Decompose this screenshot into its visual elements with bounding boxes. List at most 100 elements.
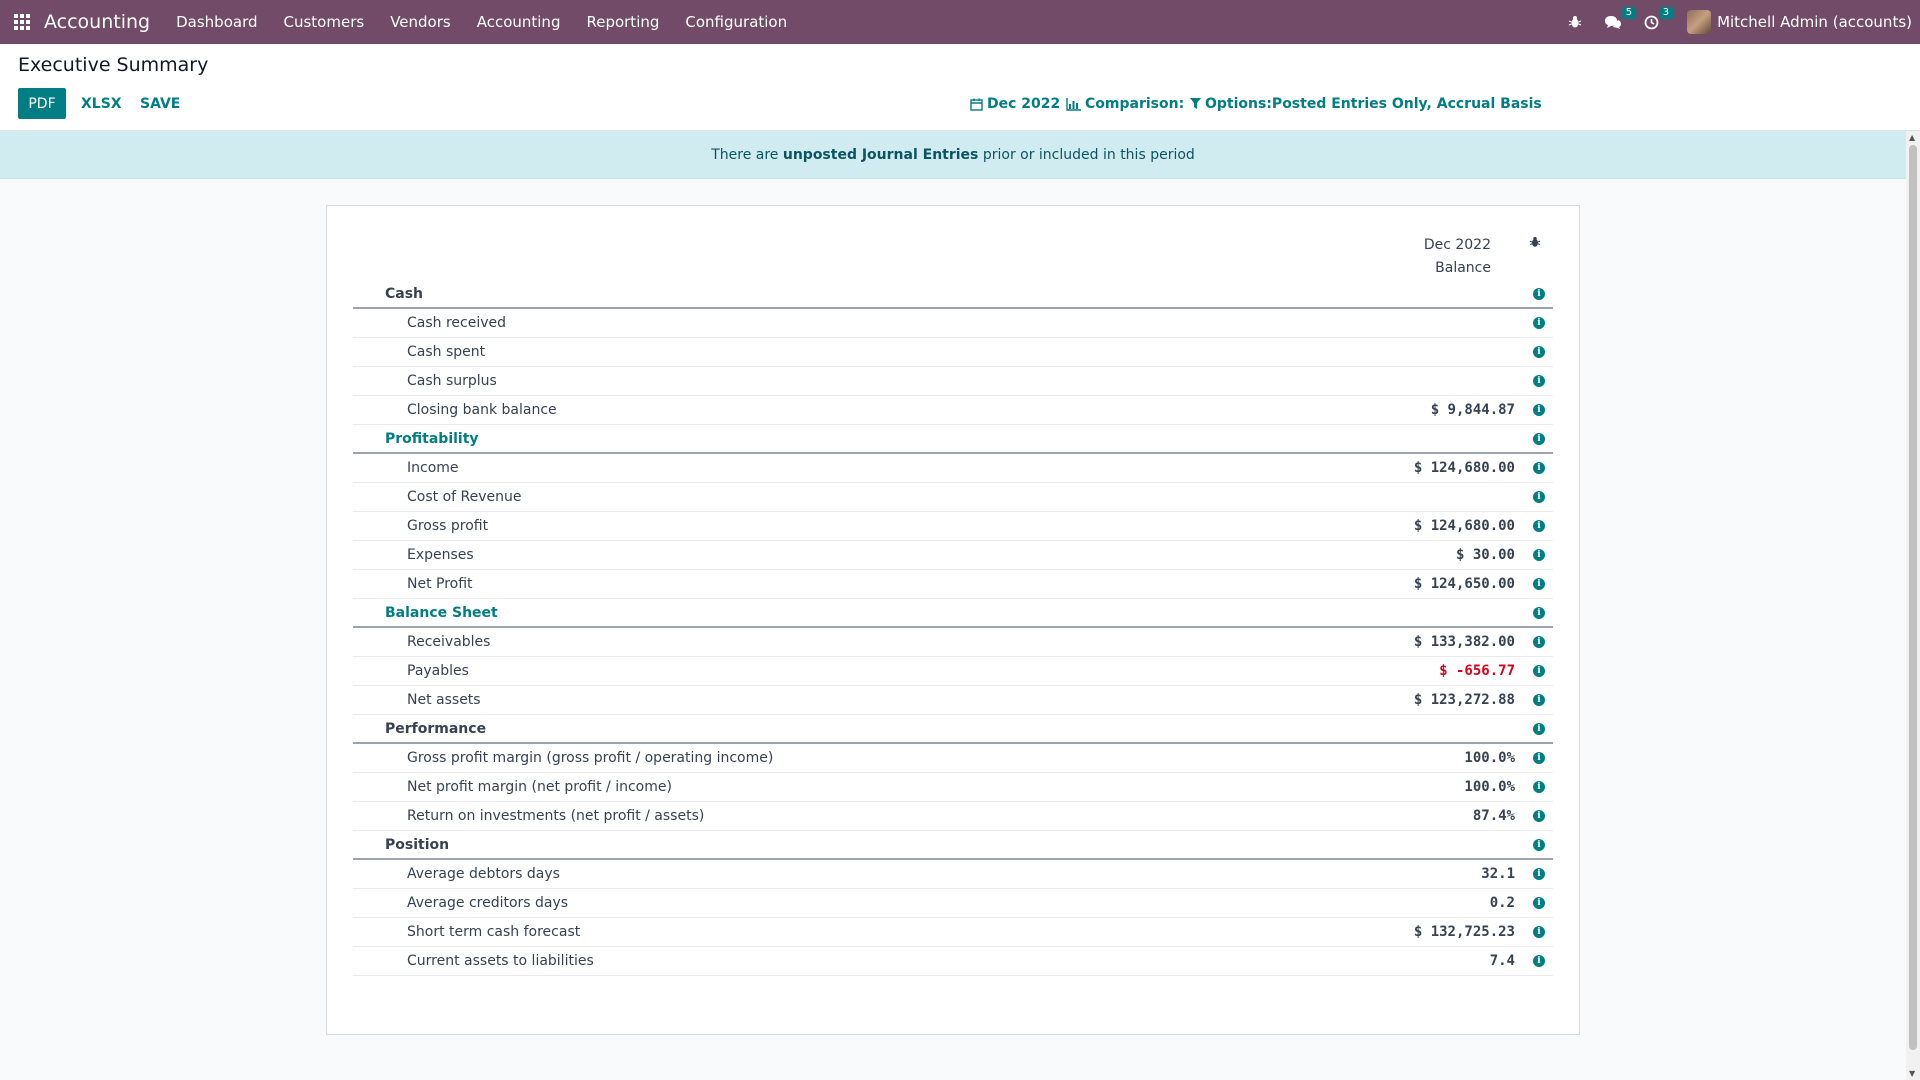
info-icon[interactable]: i [1533, 838, 1545, 851]
line-label: Current assets to liabilities [407, 953, 594, 969]
report-section-row[interactable]: Balance Sheet i [353, 599, 1553, 628]
report-line-row[interactable]: Income $ 124,680.00 i [353, 454, 1553, 483]
line-value: $ 30.00 [1455, 547, 1515, 563]
activities-clock-icon[interactable]: 3 [1644, 6, 1674, 30]
report-section-row[interactable]: Cash i [353, 280, 1553, 309]
date-filter[interactable]: Dec 2022 [970, 96, 1060, 112]
line-label: Gross profit [407, 518, 489, 534]
info-icon[interactable]: i [1533, 375, 1545, 387]
report-line-row[interactable]: Net assets $ 123,272.88 i [353, 686, 1553, 715]
nav-configuration[interactable]: Configuration [685, 13, 787, 31]
info-icon[interactable]: i [1533, 578, 1545, 590]
section-label: Cash [385, 285, 424, 302]
info-icon[interactable]: i [1533, 722, 1545, 735]
report-line-row[interactable]: Gross profit $ 124,680.00 i [353, 512, 1553, 541]
report-line-row[interactable]: Current assets to liabilities 7.4 i [353, 947, 1553, 976]
report-line-row[interactable]: Gross profit margin (gross profit / oper… [353, 744, 1553, 773]
line-label: Net assets [407, 692, 481, 708]
apps-menu-icon[interactable] [12, 12, 32, 32]
line-label: Return on investments (net profit / asse… [407, 808, 705, 824]
messages-icon[interactable]: 5 [1604, 6, 1637, 30]
line-value: 100.0% [1464, 750, 1515, 766]
scroll-up-arrow-icon[interactable]: ▲ [1909, 133, 1915, 142]
info-icon[interactable]: i [1533, 955, 1545, 967]
xlsx-button[interactable]: XLSX [81, 88, 122, 119]
info-icon[interactable]: i [1533, 752, 1545, 764]
date-filter-label: Dec 2022 [987, 96, 1061, 112]
page-scrollbar[interactable]: ▲ ▼ [1906, 131, 1920, 1080]
info-icon[interactable]: i [1533, 432, 1545, 445]
line-label: Net Profit [407, 576, 473, 592]
info-icon[interactable]: i [1533, 897, 1545, 909]
report-section-row[interactable]: Position i [353, 831, 1553, 860]
alert-suffix: prior or included in this period [982, 146, 1195, 163]
options-filter[interactable]: Options:Posted Entries Only, Accrual Bas… [1190, 96, 1542, 112]
info-icon[interactable]: i [1533, 462, 1545, 474]
info-icon[interactable]: i [1533, 926, 1545, 938]
info-icon[interactable]: i [1533, 868, 1545, 880]
report-line-row[interactable]: Closing bank balance $ 9,844.87 i [353, 396, 1553, 425]
info-icon[interactable]: i [1533, 606, 1545, 619]
navbar-systray: 5 3 Mitchell Admin (accounts) [1568, 0, 1920, 44]
save-button[interactable]: SAVE [140, 88, 180, 119]
comparison-filter-label: Comparison: [1085, 96, 1185, 112]
section-label[interactable]: Profitability [385, 431, 479, 447]
nav-dashboard[interactable]: Dashboard [176, 13, 257, 31]
line-value: $ 133,382.00 [1413, 634, 1515, 650]
info-icon[interactable]: i [1533, 781, 1545, 793]
info-icon[interactable]: i [1533, 317, 1545, 329]
debug-bug-icon[interactable] [1568, 15, 1582, 29]
user-menu[interactable]: Mitchell Admin (accounts) [1717, 13, 1912, 31]
section-label[interactable]: Balance Sheet [385, 605, 498, 621]
info-icon[interactable]: i [1533, 810, 1545, 822]
info-icon[interactable]: i [1533, 287, 1545, 300]
report-section-row[interactable]: Performance i [353, 715, 1553, 744]
scroll-down-arrow-icon[interactable]: ▼ [1909, 1069, 1915, 1078]
report-line-row[interactable]: Net Profit $ 124,650.00 i [353, 570, 1553, 599]
report-line-row[interactable]: Cost of Revenue i [353, 483, 1553, 512]
app-brand[interactable]: Accounting [44, 11, 150, 33]
report-line-row[interactable]: Cash surplus i [353, 367, 1553, 396]
info-icon[interactable]: i [1533, 346, 1545, 358]
info-icon[interactable]: i [1533, 694, 1545, 706]
line-label: Receivables [407, 634, 491, 650]
calendar-icon [970, 98, 983, 111]
report-line-row[interactable]: Expenses $ 30.00 i [353, 541, 1553, 570]
report-line-row[interactable]: Receivables $ 133,382.00 i [353, 628, 1553, 657]
info-icon[interactable]: i [1533, 404, 1545, 416]
nav-accounting[interactable]: Accounting [477, 13, 561, 31]
line-value: 32.1 [1481, 866, 1515, 882]
info-icon[interactable]: i [1533, 549, 1545, 561]
report-line-row[interactable]: Short term cash forecast $ 132,725.23 i [353, 918, 1553, 947]
info-icon[interactable]: i [1533, 520, 1545, 532]
report-line-row[interactable]: Average debtors days 32.1 i [353, 860, 1553, 889]
column-debug-bug-icon[interactable] [1529, 236, 1541, 252]
comparison-filter[interactable]: Comparison: [1066, 96, 1184, 112]
report-line-row[interactable]: Cash received i [353, 309, 1553, 338]
line-value: 0.2 [1489, 895, 1515, 911]
info-icon[interactable]: i [1533, 665, 1545, 677]
section-label: Position [385, 836, 450, 853]
unposted-entries-alert: There are unposted Journal Entries prior… [0, 131, 1906, 179]
report-line-row[interactable]: Average creditors days 0.2 i [353, 889, 1553, 918]
report-line-row[interactable]: Net profit margin (net profit / income) 1… [353, 773, 1553, 802]
unposted-entries-link[interactable]: unposted Journal Entries [783, 147, 979, 163]
user-avatar[interactable] [1687, 10, 1712, 34]
report-section-row[interactable]: Profitability i [353, 425, 1553, 454]
control-panel: Executive Summary PDF XLSX SAVE Dec 2022… [0, 44, 1920, 131]
scroll-thumb[interactable] [1909, 145, 1917, 1050]
info-icon[interactable]: i [1533, 491, 1545, 503]
report-line-row[interactable]: Payables $ -656.77 i [353, 657, 1553, 686]
report-line-row[interactable]: Return on investments (net profit / asse… [353, 802, 1553, 831]
line-label: Income [407, 460, 459, 476]
nav-vendors[interactable]: Vendors [390, 13, 451, 31]
nav-customers[interactable]: Customers [284, 13, 365, 31]
top-navbar: Accounting Dashboard Customers Vendors A… [0, 0, 1920, 44]
line-label: Cash received [407, 315, 507, 331]
report-line-row[interactable]: Cash spent i [353, 338, 1553, 367]
line-value: $ 132,725.23 [1413, 924, 1515, 940]
pdf-button[interactable]: PDF [18, 88, 66, 119]
nav-reporting[interactable]: Reporting [586, 13, 659, 31]
info-icon[interactable]: i [1533, 636, 1545, 648]
line-label: Net profit margin (net profit / income) [407, 779, 672, 795]
